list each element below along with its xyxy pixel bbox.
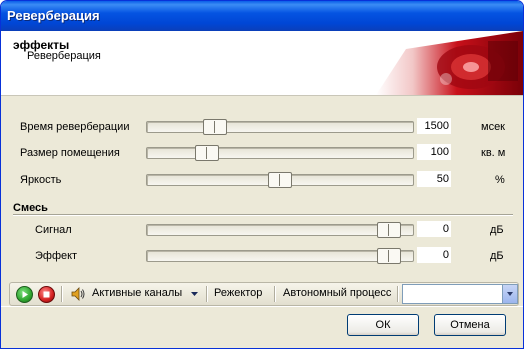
header-subtitle: Реверберация — [27, 50, 101, 62]
brightness-label: Яркость — [20, 174, 62, 186]
room-size-slider[interactable] — [146, 145, 414, 161]
room-size-label: Размер помещения — [20, 147, 120, 159]
bottom-divider — [1, 306, 523, 307]
rejector-button[interactable]: Режектор — [214, 287, 262, 299]
room-size-unit: кв. м — [481, 147, 506, 159]
select-dropdown-icon[interactable] — [502, 285, 517, 303]
reverb-time-unit: мсек — [481, 121, 505, 133]
toolbar-separator — [206, 286, 208, 302]
settings-area: Время реверберации 1500 мсек Размер поме… — [1, 96, 523, 281]
toolbar: Активные каналы Режектор Автономный проц… — [9, 282, 519, 306]
window-title: Реверберация — [7, 8, 100, 23]
reverb-time-label: Время реверберации — [20, 121, 130, 133]
header-banner-image — [376, 31, 523, 95]
toolbar-separator — [61, 286, 63, 302]
brightness-unit: % — [495, 174, 505, 186]
autonomous-process-button[interactable]: Автономный процесс — [283, 287, 391, 299]
title-bar[interactable]: Реверберация — [1, 1, 523, 31]
mix-divider — [13, 214, 513, 216]
slider-thumb[interactable] — [377, 222, 401, 238]
slider-thumb[interactable] — [268, 172, 292, 188]
stop-icon[interactable] — [38, 286, 55, 303]
reverb-time-value[interactable]: 1500 — [417, 118, 451, 134]
signal-slider[interactable] — [146, 222, 414, 238]
effect-label: Эффект — [35, 250, 78, 262]
toolbar-separator — [397, 286, 399, 302]
brightness-value[interactable]: 50 — [417, 171, 451, 187]
brightness-slider[interactable] — [146, 172, 414, 188]
cancel-button[interactable]: Отмена — [434, 314, 506, 336]
reverb-time-slider[interactable] — [146, 119, 414, 135]
process-select[interactable] — [402, 284, 518, 304]
speaker-icon[interactable] — [70, 286, 86, 302]
effect-value[interactable]: 0 — [417, 247, 451, 263]
signal-unit: дБ — [490, 224, 504, 236]
room-size-value[interactable]: 100 — [417, 144, 451, 160]
play-icon[interactable] — [16, 286, 33, 303]
toolbar-separator — [274, 286, 276, 302]
signal-value[interactable]: 0 — [417, 221, 451, 237]
effect-unit: дБ — [490, 250, 504, 262]
signal-label: Сигнал — [35, 224, 72, 236]
dialog-header: эффекты Реверберация — [1, 31, 523, 96]
reverb-dialog: Реверберация эффекты Реверберация Время … — [0, 0, 524, 349]
active-channels-button[interactable]: Активные каналы — [92, 287, 182, 299]
slider-thumb[interactable] — [203, 119, 227, 135]
mix-section-title: Смесь — [13, 202, 48, 214]
chevron-down-icon[interactable] — [191, 292, 198, 296]
effect-slider[interactable] — [146, 248, 414, 264]
slider-thumb[interactable] — [377, 248, 401, 264]
ok-button[interactable]: ОК — [347, 314, 419, 336]
slider-thumb[interactable] — [195, 145, 219, 161]
